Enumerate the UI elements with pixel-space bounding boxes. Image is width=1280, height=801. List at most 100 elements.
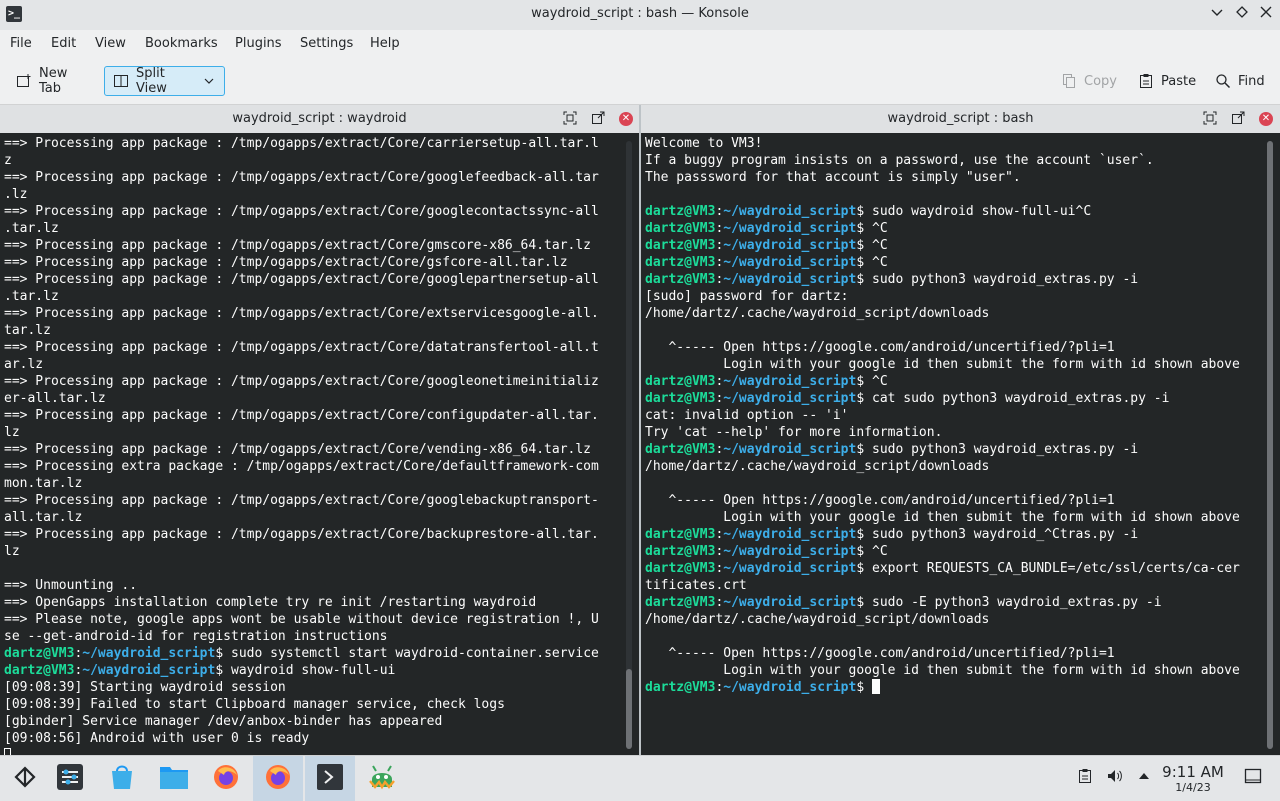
text-cursor (872, 679, 880, 694)
taskbar-firefox[interactable] (201, 756, 251, 801)
terminal-line: ^----- Open https://google.com/android/u… (645, 646, 1115, 661)
terminal-line: [sudo] password for dartz: (645, 289, 849, 304)
taskbar-system-settings[interactable] (45, 756, 95, 801)
split-view-icon (113, 73, 129, 89)
clock-date[interactable]: 1/4/23 (1160, 781, 1226, 794)
menu-view[interactable]: View (95, 36, 126, 51)
paste-button[interactable]: Paste (1130, 66, 1200, 96)
menu-edit[interactable]: Edit (51, 36, 76, 51)
terminal-line: ar.lz (4, 357, 44, 372)
terminal-line: [09:08:56] Android with user 0 is ready (4, 731, 310, 746)
terminal-line: Login with your google id then submit th… (645, 663, 1240, 678)
prompt-path: ~/waydroid_script (723, 561, 857, 576)
terminal-line: dartz@VM3:~/waydroid_script$ sudo python… (645, 271, 1240, 288)
tray-expand-icon[interactable] (1135, 768, 1153, 788)
terminal-line: ==> Processing app package : /tmp/ogapps… (4, 493, 599, 508)
taskbar-firefox-window[interactable] (253, 756, 303, 801)
close-pane-icon[interactable]: ✕ (619, 112, 633, 126)
paste-icon (1138, 73, 1154, 89)
minimize-icon[interactable] (1207, 5, 1227, 25)
right-pane-header[interactable]: waydroid_script : bash ✕ (641, 105, 1280, 133)
terminal-line: ==> Processing app package : /tmp/ogapps… (4, 238, 591, 253)
terminal-line: ==> Processing app package : /tmp/ogapps… (4, 170, 599, 185)
terminal-line: lz (4, 425, 20, 440)
taskbar-discover[interactable] (97, 756, 147, 801)
left-scrollbar[interactable] (626, 141, 632, 749)
terminal-line: ==> Processing app package : /tmp/ogapps… (4, 255, 568, 270)
right-scrollbar[interactable] (1267, 141, 1273, 749)
new-tab-button[interactable]: New Tab (8, 66, 100, 96)
prompt-user: dartz@VM3 (4, 663, 75, 678)
terminal-line: /home/dartz/.cache/waydroid_script/downl… (645, 459, 990, 474)
menu-settings[interactable]: Settings (300, 36, 353, 51)
search-icon (1215, 73, 1231, 89)
find-button[interactable]: Find (1207, 66, 1271, 96)
prompt-path: ~/waydroid_script (723, 442, 857, 457)
left-pane-header[interactable]: waydroid_script : waydroid ✕ (0, 105, 639, 133)
close-pane-icon[interactable]: ✕ (1259, 112, 1273, 126)
maximize-pane-icon[interactable] (1202, 111, 1218, 127)
volume-tray-icon[interactable] (1106, 768, 1124, 788)
split-view-label: Split View (136, 66, 167, 96)
prompt-command: $ ^C (856, 544, 888, 559)
prompt-user: dartz@VM3 (645, 544, 716, 559)
menu-help[interactable]: Help (370, 36, 400, 51)
right-pane-title: waydroid_script : bash (887, 111, 1034, 126)
split-view-button[interactable]: Split View (104, 66, 225, 96)
terminal-line: Login with your google id then submit th… (645, 357, 1240, 372)
taskbar (0, 755, 1280, 801)
prompt-command: $ ^C (856, 374, 888, 389)
terminal-line: Login with your google id then submit th… (645, 510, 1240, 525)
taskbar-file-manager[interactable] (149, 756, 199, 801)
new-tab-label: New Tab (39, 66, 68, 96)
menu-plugins[interactable]: Plugins (235, 36, 282, 51)
paste-label: Paste (1161, 73, 1197, 89)
terminal-line: dartz@VM3:~/waydroid_script$ sudo python… (645, 441, 1240, 458)
application-launcher-button[interactable] (0, 756, 50, 801)
prompt-user: dartz@VM3 (645, 595, 716, 610)
left-scrollbar-thumb[interactable] (626, 669, 632, 749)
prompt-command: $ sudo waydroid show-full-ui^C (856, 204, 1092, 219)
terminal-line: [gbinder] Service manager /dev/anbox-bin… (4, 714, 443, 729)
prompt-path: ~/waydroid_script (723, 204, 857, 219)
close-icon[interactable] (1256, 5, 1276, 25)
terminal-line: dartz@VM3:~/waydroid_script$ (645, 679, 1240, 696)
maximize-icon[interactable] (1232, 5, 1252, 25)
prompt-user: dartz@VM3 (645, 221, 716, 236)
terminal-line: ==> Processing app package : /tmp/ogapps… (4, 340, 599, 355)
left-terminal[interactable]: ==> Processing app package : /tmp/ogapps… (0, 133, 639, 755)
detach-pane-icon[interactable] (590, 111, 606, 127)
taskbar-konsole[interactable] (305, 756, 355, 801)
find-label: Find (1238, 73, 1265, 89)
maximize-pane-icon[interactable] (562, 111, 578, 127)
copy-label: Copy (1084, 73, 1117, 89)
clock-time[interactable]: 9:11 AM (1160, 763, 1226, 781)
prompt-path: ~/waydroid_script (723, 272, 857, 287)
show-desktop-icon[interactable] (1244, 768, 1262, 788)
right-terminal[interactable]: Welcome to VM3! If a buggy program insist… (641, 133, 1280, 755)
terminal-line: dartz@VM3:~/waydroid_script$ export REQU… (645, 560, 1240, 577)
window-titlebar[interactable]: >_ waydroid_script : bash — Konsole (0, 0, 1280, 30)
terminal-line: dartz@VM3:~/waydroid_script$ sudo python… (645, 526, 1240, 543)
menu-bar: File Edit View Bookmarks Plugins Setting… (0, 30, 1280, 58)
right-scrollbar-thumb[interactable] (1267, 141, 1273, 749)
terminal-line: ==> Processing app package : /tmp/ogapps… (4, 442, 591, 457)
menu-file[interactable]: File (10, 36, 32, 51)
prompt-command: $ sudo -E python3 waydroid_extras.py -i (856, 595, 1162, 610)
terminal-line: se --get-android-id for registration ins… (4, 629, 388, 644)
prompt-command: $ (856, 680, 872, 695)
terminal-line: ==> Processing app package : /tmp/ogapps… (4, 527, 599, 542)
clipboard-tray-icon[interactable] (1076, 768, 1094, 788)
copy-button[interactable]: Copy (1053, 66, 1123, 96)
prompt-user: dartz@VM3 (645, 680, 716, 695)
taskbar-waydroid[interactable] (357, 756, 407, 801)
terminal-line: Try 'cat --help' for more information. (645, 425, 943, 440)
prompt-user: dartz@VM3 (645, 391, 716, 406)
detach-pane-icon[interactable] (1230, 111, 1246, 127)
terminal-line: dartz@VM3:~/waydroid_script$ cat sudo py… (645, 390, 1240, 407)
menu-bookmarks[interactable]: Bookmarks (145, 36, 218, 51)
application-launcher-icon (12, 764, 38, 794)
